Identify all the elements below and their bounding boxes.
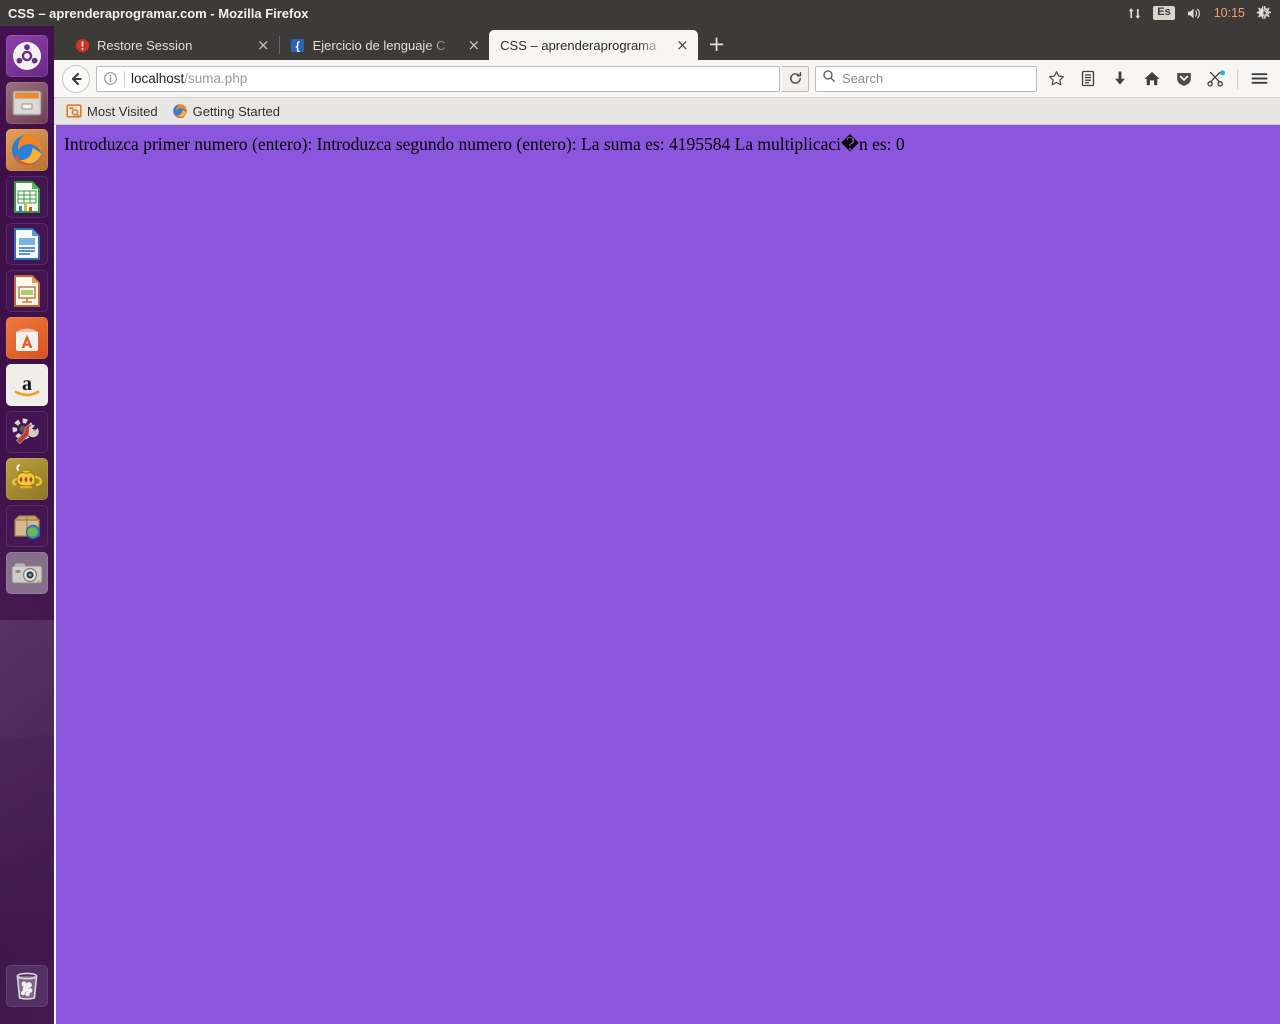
launcher-item-help[interactable] xyxy=(6,458,48,500)
tab-close-button[interactable]: × xyxy=(673,37,692,53)
search-icon xyxy=(822,69,836,88)
url-separator xyxy=(124,70,125,87)
volume-speaker-icon[interactable] xyxy=(1186,6,1203,21)
library-icon[interactable] xyxy=(1075,66,1101,92)
sync-scissors-icon[interactable] xyxy=(1203,66,1229,92)
keyboard-layout-indicator[interactable]: Es xyxy=(1153,6,1175,20)
launcher-item-libreoffice-calc[interactable] xyxy=(6,176,48,218)
launcher-item-ubuntu-dash[interactable] xyxy=(6,35,48,77)
navigation-toolbar: localhost/suma.php Search xyxy=(54,60,1280,98)
bookmark-most-visited[interactable]: Most Visited xyxy=(62,101,162,121)
firefox-icon xyxy=(172,103,188,119)
bookmark-label: Most Visited xyxy=(87,103,158,119)
bookmark-label: Getting Started xyxy=(192,103,281,119)
svg-text:{: { xyxy=(296,40,301,52)
toolbar-divider xyxy=(1237,68,1238,89)
svg-text:a: a xyxy=(22,373,32,395)
firefox-window: Restore Session × { Ejercicio de lenguaj… xyxy=(54,26,1280,1024)
launcher-item-system-settings[interactable] xyxy=(6,411,48,453)
back-arrow-icon[interactable] xyxy=(62,64,90,93)
home-icon[interactable] xyxy=(1139,66,1165,92)
browser-tab-restore-session[interactable]: Restore Session × xyxy=(63,30,279,60)
code-brace-icon: { xyxy=(290,37,306,53)
launcher-item-screenshot[interactable] xyxy=(6,552,48,594)
system-tray: Es 10:15 xyxy=(1127,5,1280,21)
bookmark-getting-started[interactable]: Getting Started xyxy=(168,101,284,121)
url-text: localhost/suma.php xyxy=(131,71,247,86)
tab-strip: Restore Session × { Ejercicio de lenguaj… xyxy=(54,26,1280,60)
launcher-item-firefox[interactable] xyxy=(6,129,48,171)
launcher-item-software-updater[interactable] xyxy=(6,505,48,547)
window-title: CSS – aprenderaprogramar.com - Mozilla F… xyxy=(8,5,309,21)
clock[interactable]: 10:15 xyxy=(1214,7,1245,20)
browser-tab-ejercicio-lenguaje-c[interactable]: { Ejercicio de lenguaje C × xyxy=(278,30,490,60)
launcher-item-libreoffice-impress[interactable] xyxy=(6,270,48,312)
most-visited-icon xyxy=(66,103,82,119)
url-host: localhost xyxy=(131,71,185,86)
page-body: Introduzca primer numero (entero): Intro… xyxy=(56,125,1280,1024)
launcher-item-ubuntu-software[interactable] xyxy=(6,317,48,359)
launcher-item-trash[interactable] xyxy=(6,965,48,1007)
launcher-item-files[interactable] xyxy=(6,82,48,124)
bookmarks-toolbar: Most Visited Getting Started xyxy=(54,98,1280,125)
browser-tab-css-aprenderaprogramar[interactable]: CSS – aprenderaprograma × xyxy=(489,30,698,60)
search-input[interactable]: Search xyxy=(815,65,1037,92)
tab-close-button[interactable]: × xyxy=(465,37,484,53)
download-arrow-icon[interactable] xyxy=(1107,66,1133,92)
launcher-item-libreoffice-writer[interactable] xyxy=(6,223,48,265)
new-tab-button[interactable]: + xyxy=(698,34,736,60)
tab-title: CSS – aprenderaprograma xyxy=(500,37,657,53)
reload-icon[interactable] xyxy=(782,65,809,92)
page-output-text: Introduzca primer numero (entero): Intro… xyxy=(64,134,905,154)
hamburger-menu-icon[interactable] xyxy=(1246,66,1272,92)
tab-title: Ejercicio de lenguaje C xyxy=(312,37,446,53)
unity-launcher: a xyxy=(0,26,54,1024)
unity-top-panel: CSS – aprenderaprogramar.com - Mozilla F… xyxy=(0,0,1280,26)
tab-title: Restore Session xyxy=(97,37,193,53)
alert-circle-icon xyxy=(74,37,90,53)
system-gear-icon[interactable] xyxy=(1256,5,1272,21)
pocket-shield-icon[interactable] xyxy=(1171,66,1197,92)
page-viewport: Introduzca primer numero (entero): Intro… xyxy=(54,125,1280,1024)
url-path: /suma.php xyxy=(184,71,248,86)
star-icon[interactable] xyxy=(1043,66,1069,92)
info-circle-icon[interactable] xyxy=(103,71,118,86)
launcher-item-amazon[interactable]: a xyxy=(6,364,48,406)
search-placeholder: Search xyxy=(842,71,884,86)
url-bar[interactable]: localhost/suma.php xyxy=(96,65,780,92)
tab-close-button[interactable]: × xyxy=(254,37,273,53)
network-up-down-arrows-icon[interactable] xyxy=(1127,6,1142,21)
